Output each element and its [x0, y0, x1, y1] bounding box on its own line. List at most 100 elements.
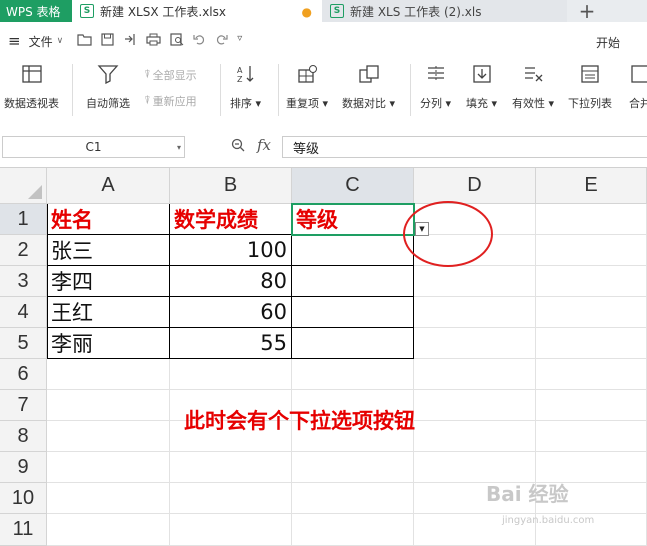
print-preview-icon[interactable]: [170, 32, 184, 50]
autofilter-button[interactable]: 自动筛选: [86, 62, 130, 111]
merge-button[interactable]: 合并: [627, 62, 647, 111]
empty-cell[interactable]: [414, 266, 536, 297]
data-compare-label: 数据对比 ▾: [342, 97, 396, 110]
empty-cell[interactable]: [47, 514, 170, 546]
cell-a5[interactable]: 李丽: [47, 328, 170, 359]
cell-a1[interactable]: 姓名: [47, 204, 170, 235]
column-header-c[interactable]: C: [292, 168, 414, 204]
row-header-9[interactable]: 9: [0, 452, 47, 483]
duplicates-label: 重复项 ▾: [286, 97, 329, 110]
duplicates-icon: [294, 62, 320, 86]
empty-cell[interactable]: [292, 514, 414, 546]
cell-c2[interactable]: [292, 235, 414, 266]
tab-start[interactable]: 开始: [596, 34, 620, 51]
pivot-table-button[interactable]: 数据透视表: [4, 62, 59, 111]
dropdown-list-button[interactable]: 下拉列表: [568, 62, 612, 111]
empty-cell[interactable]: [414, 297, 536, 328]
fill-button[interactable]: 填充 ▾: [466, 62, 497, 111]
cell-b2[interactable]: 100: [170, 235, 292, 266]
cell-c5[interactable]: [292, 328, 414, 359]
cell-b1[interactable]: 数学成绩: [170, 204, 292, 235]
validity-button[interactable]: 有效性 ▾: [512, 62, 554, 111]
formula-input[interactable]: 等级: [282, 136, 647, 158]
empty-cell[interactable]: [47, 483, 170, 514]
empty-cell[interactable]: [536, 359, 647, 390]
cell-a3[interactable]: 李四: [47, 266, 170, 297]
file-menu[interactable]: 文件 ∨: [29, 33, 64, 50]
show-all-button[interactable]: ⍒ 全部显示: [144, 67, 197, 83]
row-header-10[interactable]: 10: [0, 483, 47, 514]
new-tab-button[interactable]: +: [567, 0, 607, 23]
row-header-11[interactable]: 11: [0, 514, 47, 546]
empty-cell[interactable]: [414, 390, 536, 421]
row-header-8[interactable]: 8: [0, 421, 47, 452]
cell-c4[interactable]: [292, 297, 414, 328]
duplicates-button[interactable]: 重复项 ▾: [286, 62, 328, 111]
tab-active-document[interactable]: S 新建 XLSX 工作表.xlsx ●: [72, 0, 322, 22]
cell-a4[interactable]: 王红: [47, 297, 170, 328]
data-compare-button[interactable]: 数据对比 ▾: [342, 62, 395, 111]
empty-cell[interactable]: [170, 514, 292, 546]
name-box[interactable]: C1 ▾: [2, 136, 185, 158]
more-chevron-icon[interactable]: ▿: [237, 33, 242, 50]
empty-cell[interactable]: [536, 235, 647, 266]
show-all-label: 全部显示: [152, 69, 197, 82]
sort-az-icon: AZ: [233, 62, 259, 86]
reapply-button[interactable]: ⍒ 重新应用: [144, 93, 197, 109]
row-header-4[interactable]: 4: [0, 297, 47, 328]
empty-cell[interactable]: [536, 204, 647, 235]
empty-cell[interactable]: [414, 328, 536, 359]
row-header-1[interactable]: 1: [0, 204, 47, 235]
empty-cell[interactable]: [536, 297, 647, 328]
redo-icon[interactable]: [215, 33, 228, 50]
cell-a2[interactable]: 张三: [47, 235, 170, 266]
empty-cell[interactable]: [47, 421, 170, 452]
name-box-value: C1: [85, 140, 102, 154]
tab-inactive-document[interactable]: S 新建 XLS 工作表 (2).xls: [322, 0, 567, 22]
empty-cell[interactable]: [536, 390, 647, 421]
empty-cell[interactable]: [414, 421, 536, 452]
undo-icon[interactable]: [193, 33, 206, 50]
row-header-5[interactable]: 5: [0, 328, 47, 359]
ribbon-divider: [410, 64, 411, 116]
empty-cell[interactable]: [536, 421, 647, 452]
select-all-corner[interactable]: [0, 168, 47, 204]
column-header-e[interactable]: E: [536, 168, 647, 204]
empty-cell[interactable]: [47, 359, 170, 390]
empty-cell[interactable]: [170, 483, 292, 514]
column-header-b[interactable]: B: [170, 168, 292, 204]
insert-function-icon[interactable]: fx: [257, 136, 271, 154]
cell-b5[interactable]: 55: [170, 328, 292, 359]
empty-cell[interactable]: [536, 266, 647, 297]
column-header-d[interactable]: D: [414, 168, 536, 204]
show-all-icon: ⍒: [144, 68, 151, 81]
empty-cell[interactable]: [170, 359, 292, 390]
fill-label: 填充 ▾: [466, 97, 498, 110]
open-folder-icon[interactable]: [77, 33, 92, 50]
empty-cell[interactable]: [292, 483, 414, 514]
row-header-3[interactable]: 3: [0, 266, 47, 297]
empty-cell[interactable]: [47, 390, 170, 421]
empty-cell[interactable]: [47, 452, 170, 483]
cell-b3[interactable]: 80: [170, 266, 292, 297]
sort-button[interactable]: AZ 排序 ▾: [230, 62, 261, 111]
row-header-7[interactable]: 7: [0, 390, 47, 421]
split-column-button[interactable]: 分列 ▾: [420, 62, 451, 111]
save-icon[interactable]: [101, 32, 114, 50]
row-header-6[interactable]: 6: [0, 359, 47, 390]
empty-cell[interactable]: [292, 452, 414, 483]
row-header-2[interactable]: 2: [0, 235, 47, 266]
app-tab[interactable]: WPS 表格: [0, 0, 72, 22]
cell-c3[interactable]: [292, 266, 414, 297]
export-icon[interactable]: [123, 33, 137, 50]
cell-b4[interactable]: 60: [170, 297, 292, 328]
sheet-file-icon: S: [330, 4, 344, 18]
hamburger-menu-icon[interactable]: ≡: [8, 32, 21, 50]
print-icon[interactable]: [146, 33, 161, 50]
zoom-search-icon[interactable]: [231, 138, 245, 156]
empty-cell[interactable]: [414, 359, 536, 390]
empty-cell[interactable]: [536, 328, 647, 359]
empty-cell[interactable]: [170, 452, 292, 483]
column-header-a[interactable]: A: [47, 168, 170, 204]
empty-cell[interactable]: [292, 359, 414, 390]
